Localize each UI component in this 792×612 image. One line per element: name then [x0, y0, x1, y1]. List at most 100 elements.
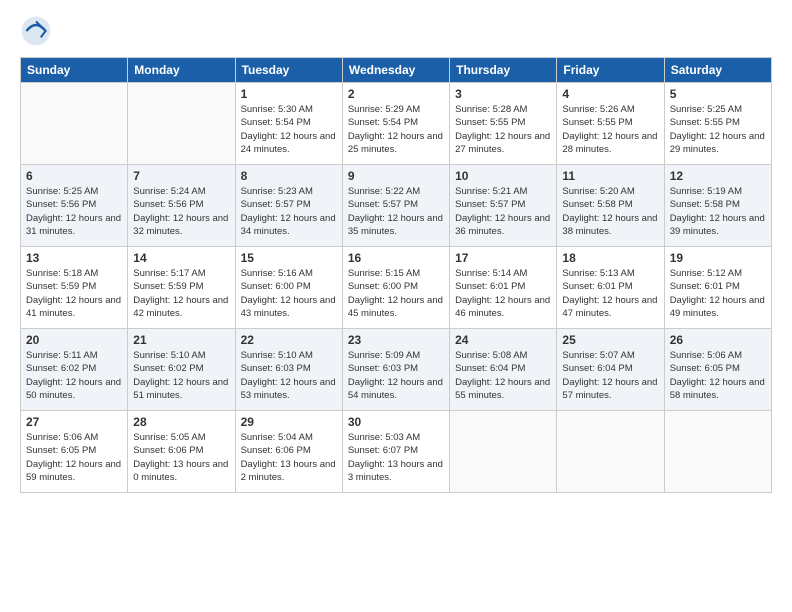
day-number: 2	[348, 87, 444, 101]
day-info: Sunrise: 5:13 AM Sunset: 6:01 PM Dayligh…	[562, 267, 658, 320]
calendar-week-row: 13Sunrise: 5:18 AM Sunset: 5:59 PM Dayli…	[21, 247, 772, 329]
day-number: 26	[670, 333, 766, 347]
day-info: Sunrise: 5:12 AM Sunset: 6:01 PM Dayligh…	[670, 267, 766, 320]
calendar-cell: 5 Sunrise: 5:25 AM Sunset: 5:55 PM Daylig…	[664, 83, 771, 165]
day-number: 23	[348, 333, 444, 347]
day-number: 24	[455, 333, 551, 347]
calendar-cell: 20 Sunrise: 5:11 AM Sunset: 6:02 PM Dayli…	[21, 329, 128, 411]
weekday-header: Tuesday	[235, 58, 342, 83]
day-number: 27	[26, 415, 122, 429]
calendar-cell: 17 Sunrise: 5:14 AM Sunset: 6:01 PM Dayli…	[450, 247, 557, 329]
weekday-header: Saturday	[664, 58, 771, 83]
weekday-header: Sunday	[21, 58, 128, 83]
day-info: Sunrise: 5:28 AM Sunset: 5:55 PM Dayligh…	[455, 103, 551, 156]
calendar-cell: 29 Sunrise: 5:04 AM Sunset: 6:06 PM Dayli…	[235, 411, 342, 493]
calendar-cell: 1 Sunrise: 5:30 AM Sunset: 5:54 PM Daylig…	[235, 83, 342, 165]
day-number: 8	[241, 169, 337, 183]
weekday-header: Monday	[128, 58, 235, 83]
day-info: Sunrise: 5:07 AM Sunset: 6:04 PM Dayligh…	[562, 349, 658, 402]
calendar-cell: 28 Sunrise: 5:05 AM Sunset: 6:06 PM Dayli…	[128, 411, 235, 493]
calendar-cell: 10 Sunrise: 5:21 AM Sunset: 5:57 PM Dayli…	[450, 165, 557, 247]
day-info: Sunrise: 5:09 AM Sunset: 6:03 PM Dayligh…	[348, 349, 444, 402]
day-number: 3	[455, 87, 551, 101]
calendar-cell: 30 Sunrise: 5:03 AM Sunset: 6:07 PM Dayli…	[342, 411, 449, 493]
calendar-cell: 11 Sunrise: 5:20 AM Sunset: 5:58 PM Dayli…	[557, 165, 664, 247]
calendar-cell: 24Sunrise: 5:08 AM Sunset: 6:04 PM Dayli…	[450, 329, 557, 411]
calendar-week-row: 20 Sunrise: 5:11 AM Sunset: 6:02 PM Dayli…	[21, 329, 772, 411]
day-number: 5	[670, 87, 766, 101]
calendar-cell: 12 Sunrise: 5:19 AM Sunset: 5:58 PM Dayli…	[664, 165, 771, 247]
day-number: 20	[26, 333, 122, 347]
day-info: Sunrise: 5:20 AM Sunset: 5:58 PM Dayligh…	[562, 185, 658, 238]
logo-icon	[20, 15, 52, 47]
day-info: Sunrise: 5:29 AM Sunset: 5:54 PM Dayligh…	[348, 103, 444, 156]
calendar-week-row: 1 Sunrise: 5:30 AM Sunset: 5:54 PM Daylig…	[21, 83, 772, 165]
day-number: 9	[348, 169, 444, 183]
day-number: 1	[241, 87, 337, 101]
header	[20, 15, 772, 47]
day-info: Sunrise: 5:10 AM Sunset: 6:02 PM Dayligh…	[133, 349, 229, 402]
day-number: 4	[562, 87, 658, 101]
calendar-cell: 18 Sunrise: 5:13 AM Sunset: 6:01 PM Dayli…	[557, 247, 664, 329]
day-info: Sunrise: 5:18 AM Sunset: 5:59 PM Dayligh…	[26, 267, 122, 320]
calendar-cell: 3 Sunrise: 5:28 AM Sunset: 5:55 PM Daylig…	[450, 83, 557, 165]
day-info: Sunrise: 5:21 AM Sunset: 5:57 PM Dayligh…	[455, 185, 551, 238]
day-number: 6	[26, 169, 122, 183]
day-number: 28	[133, 415, 229, 429]
calendar-cell: 19 Sunrise: 5:12 AM Sunset: 6:01 PM Dayli…	[664, 247, 771, 329]
calendar-cell: 6Sunrise: 5:25 AM Sunset: 5:56 PM Daylig…	[21, 165, 128, 247]
day-info: Sunrise: 5:14 AM Sunset: 6:01 PM Dayligh…	[455, 267, 551, 320]
day-info: Sunrise: 5:24 AM Sunset: 5:56 PM Dayligh…	[133, 185, 229, 238]
day-info: Sunrise: 5:26 AM Sunset: 5:55 PM Dayligh…	[562, 103, 658, 156]
day-number: 7	[133, 169, 229, 183]
calendar-cell: 26 Sunrise: 5:06 AM Sunset: 6:05 PM Dayli…	[664, 329, 771, 411]
calendar-cell: 4 Sunrise: 5:26 AM Sunset: 5:55 PM Daylig…	[557, 83, 664, 165]
page: SundayMondayTuesdayWednesdayThursdayFrid…	[0, 0, 792, 612]
day-info: Sunrise: 5:06 AM Sunset: 6:05 PM Dayligh…	[26, 431, 122, 484]
day-number: 29	[241, 415, 337, 429]
day-number: 25	[562, 333, 658, 347]
weekday-header: Wednesday	[342, 58, 449, 83]
calendar-cell: 8 Sunrise: 5:23 AM Sunset: 5:57 PM Daylig…	[235, 165, 342, 247]
day-info: Sunrise: 5:30 AM Sunset: 5:54 PM Dayligh…	[241, 103, 337, 156]
calendar-week-row: 27 Sunrise: 5:06 AM Sunset: 6:05 PM Dayli…	[21, 411, 772, 493]
calendar-cell: 15 Sunrise: 5:16 AM Sunset: 6:00 PM Dayli…	[235, 247, 342, 329]
calendar-cell: 27 Sunrise: 5:06 AM Sunset: 6:05 PM Dayli…	[21, 411, 128, 493]
calendar-cell	[128, 83, 235, 165]
day-info: Sunrise: 5:16 AM Sunset: 6:00 PM Dayligh…	[241, 267, 337, 320]
calendar-cell: 2 Sunrise: 5:29 AM Sunset: 5:54 PM Daylig…	[342, 83, 449, 165]
day-number: 18	[562, 251, 658, 265]
day-info: Sunrise: 5:03 AM Sunset: 6:07 PM Dayligh…	[348, 431, 444, 484]
day-info: Sunrise: 5:25 AM Sunset: 5:55 PM Dayligh…	[670, 103, 766, 156]
day-number: 12	[670, 169, 766, 183]
day-number: 10	[455, 169, 551, 183]
day-number: 22	[241, 333, 337, 347]
day-number: 30	[348, 415, 444, 429]
calendar-cell	[557, 411, 664, 493]
calendar-cell: 21Sunrise: 5:10 AM Sunset: 6:02 PM Dayli…	[128, 329, 235, 411]
day-info: Sunrise: 5:15 AM Sunset: 6:00 PM Dayligh…	[348, 267, 444, 320]
day-number: 17	[455, 251, 551, 265]
calendar-cell	[21, 83, 128, 165]
day-info: Sunrise: 5:05 AM Sunset: 6:06 PM Dayligh…	[133, 431, 229, 484]
day-info: Sunrise: 5:23 AM Sunset: 5:57 PM Dayligh…	[241, 185, 337, 238]
day-number: 11	[562, 169, 658, 183]
day-info: Sunrise: 5:06 AM Sunset: 6:05 PM Dayligh…	[670, 349, 766, 402]
day-number: 16	[348, 251, 444, 265]
calendar-cell: 23 Sunrise: 5:09 AM Sunset: 6:03 PM Dayli…	[342, 329, 449, 411]
day-info: Sunrise: 5:11 AM Sunset: 6:02 PM Dayligh…	[26, 349, 122, 402]
day-info: Sunrise: 5:17 AM Sunset: 5:59 PM Dayligh…	[133, 267, 229, 320]
day-number: 19	[670, 251, 766, 265]
day-info: Sunrise: 5:19 AM Sunset: 5:58 PM Dayligh…	[670, 185, 766, 238]
day-info: Sunrise: 5:04 AM Sunset: 6:06 PM Dayligh…	[241, 431, 337, 484]
day-number: 15	[241, 251, 337, 265]
calendar-cell: 25 Sunrise: 5:07 AM Sunset: 6:04 PM Dayli…	[557, 329, 664, 411]
day-info: Sunrise: 5:10 AM Sunset: 6:03 PM Dayligh…	[241, 349, 337, 402]
calendar-cell: 22 Sunrise: 5:10 AM Sunset: 6:03 PM Dayli…	[235, 329, 342, 411]
calendar-cell	[450, 411, 557, 493]
calendar: SundayMondayTuesdayWednesdayThursdayFrid…	[20, 57, 772, 493]
calendar-cell: 13Sunrise: 5:18 AM Sunset: 5:59 PM Dayli…	[21, 247, 128, 329]
weekday-header: Thursday	[450, 58, 557, 83]
calendar-cell: 16 Sunrise: 5:15 AM Sunset: 6:00 PM Dayli…	[342, 247, 449, 329]
weekday-header: Friday	[557, 58, 664, 83]
